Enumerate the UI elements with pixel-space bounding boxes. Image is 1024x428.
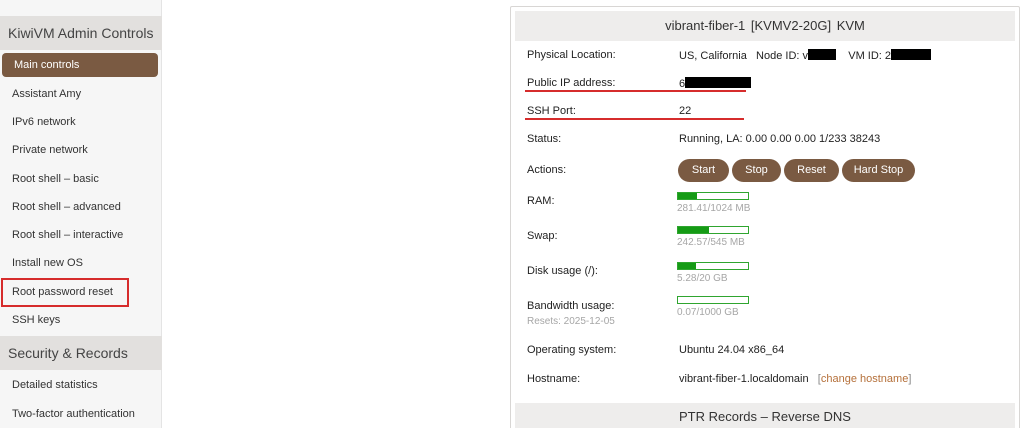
location-value: US, California Node ID: v VM ID: 2 xyxy=(679,49,932,62)
sidebar-section-admin-controls: KiwiVM Admin Controls xyxy=(0,16,162,50)
swap-label: Swap: xyxy=(527,230,558,242)
hostname-value: vibrant-fiber-1.localdomain [change host… xyxy=(679,373,912,385)
ptr-records-header: PTR Records – Reverse DNS xyxy=(515,403,1015,428)
disk-usage-fill xyxy=(678,263,697,269)
public-ip-label: Public IP address: xyxy=(527,77,616,89)
sidebar-item-main-controls[interactable]: Main controls xyxy=(2,53,158,77)
sidebar-section-security-records: Security & Records xyxy=(0,336,162,370)
start-button[interactable]: Start xyxy=(678,159,729,182)
actions-label: Actions: xyxy=(527,164,567,176)
hard-stop-button[interactable]: Hard Stop xyxy=(842,159,915,182)
vm-id-label: VM ID: 2 xyxy=(848,50,892,62)
sidebar-item-private-network[interactable]: Private network xyxy=(2,138,158,162)
sidebar-item-assistant-amy[interactable]: Assistant Amy xyxy=(2,82,158,106)
status-label: Status: xyxy=(527,133,562,145)
sidebar: KiwiVM Admin Controls Main controls Assi… xyxy=(0,0,162,428)
hostname-text: vibrant-fiber-1.localdomain xyxy=(679,373,809,385)
ssh-port-underline xyxy=(525,118,744,120)
bandwidth-usage-bar xyxy=(677,296,749,304)
root-password-reset-highlight xyxy=(1,278,129,307)
stop-button[interactable]: Stop xyxy=(732,159,781,182)
status-value: Running, LA: 0.00 0.00 0.00 1/233 38243 xyxy=(679,133,881,145)
vm-header: vibrant-fiber-1 [KVMV2-20G] KVM xyxy=(515,11,1015,41)
vm-id-redaction xyxy=(891,49,932,60)
location-label: Physical Location: xyxy=(527,49,616,61)
disk-usage-text: 5.28/20 GB xyxy=(677,273,728,284)
os-value: Ubuntu 24.04 x86_64 xyxy=(679,344,785,356)
swap-usage-bar xyxy=(677,226,749,234)
vm-info-panel: vibrant-fiber-1 [KVMV2-20G] KVM Physical… xyxy=(510,6,1020,428)
sidebar-item-ipv6-network[interactable]: IPv6 network xyxy=(2,110,158,134)
ram-usage-fill xyxy=(678,193,698,199)
sidebar-item-root-shell-basic[interactable]: Root shell – basic xyxy=(2,167,158,191)
ssh-port-value: 22 xyxy=(679,105,692,117)
public-ip-value: 6 xyxy=(679,77,752,90)
reset-button[interactable]: Reset xyxy=(784,159,839,182)
bandwidth-usage-text: 0.07/1000 GB xyxy=(677,307,739,318)
sidebar-item-two-factor-auth[interactable]: Two-factor authentication xyxy=(2,402,158,426)
sidebar-item-root-shell-interactive[interactable]: Root shell – interactive xyxy=(2,223,158,247)
ram-usage-text: 281.41/1024 MB xyxy=(677,203,751,214)
bandwidth-resets: Resets: 2025-12-05 xyxy=(527,316,615,327)
public-ip-redaction xyxy=(685,77,752,88)
sidebar-item-detailed-statistics[interactable]: Detailed statistics xyxy=(2,373,158,397)
hostname-label: Hostname: xyxy=(527,373,581,385)
node-id-redaction xyxy=(808,49,836,60)
ssh-port-label: SSH Port: xyxy=(527,105,576,117)
node-id-label: Node ID: v xyxy=(756,50,808,62)
bandwidth-label: Bandwidth usage: xyxy=(527,300,615,312)
ram-usage-bar xyxy=(677,192,749,200)
swap-usage-fill xyxy=(678,227,710,233)
sidebar-item-ssh-keys[interactable]: SSH keys xyxy=(2,308,158,332)
swap-usage-text: 242.57/545 MB xyxy=(677,237,745,248)
ram-label: RAM: xyxy=(527,195,555,207)
change-hostname-link[interactable]: change hostname xyxy=(821,373,908,385)
sidebar-item-install-new-os[interactable]: Install new OS xyxy=(2,251,158,275)
disk-label: Disk usage (/): xyxy=(527,265,598,277)
os-label: Operating system: xyxy=(527,344,617,356)
disk-usage-bar xyxy=(677,262,749,270)
public-ip-underline xyxy=(525,90,746,92)
location-text: US, California xyxy=(679,50,747,62)
sidebar-item-root-shell-advanced[interactable]: Root shell – advanced xyxy=(2,195,158,219)
